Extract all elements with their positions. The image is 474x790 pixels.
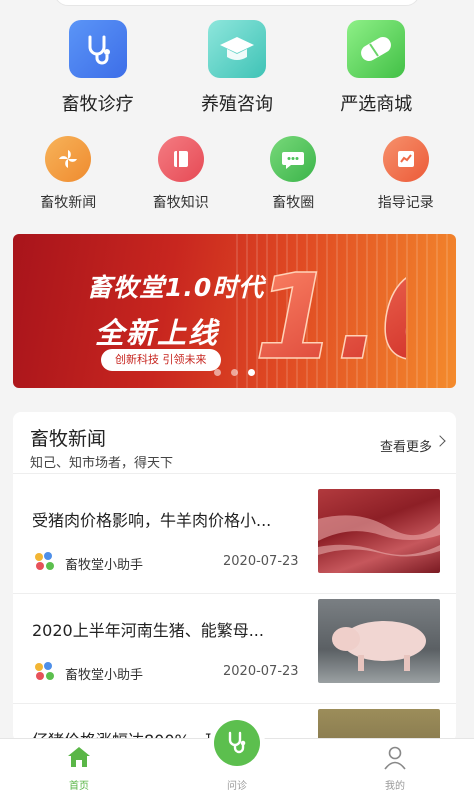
news-item-title: 2020上半年河南生猪、能繁母... [32, 621, 264, 640]
news-item-title: 受猪肉价格影响，牛羊肉价格小... [32, 511, 272, 530]
home-icon [68, 747, 90, 767]
consult-center-button[interactable] [214, 720, 260, 766]
banner-title: 畜牧堂1.0时代 [87, 273, 265, 302]
category-nav: 畜牧新闻 畜牧知识 畜牧圈 指导记录 [0, 136, 474, 216]
banner-big-number: 1.0 [253, 247, 406, 376]
news-item-date: 2020-07-23 [223, 664, 299, 679]
news-item[interactable]: 受猪肉价格影响，牛羊肉价格小... 畜牧堂小助手 2020-07-23 [13, 484, 456, 594]
carousel-dot[interactable] [214, 369, 221, 376]
user-icon [384, 746, 406, 770]
book-icon [157, 136, 204, 182]
service-label: 养殖咨询 [200, 94, 273, 115]
banner-subtitle: 全新上线 [95, 316, 220, 350]
news-item-author: 畜牧堂小助手 [65, 558, 144, 573]
service-mall[interactable]: 严选商城 [316, 20, 436, 120]
tab-consult-label: 问诊 [227, 781, 247, 790]
search-bar[interactable] [54, 0, 420, 6]
promo-banner[interactable]: 畜牧堂1.0时代 全新上线 创新科技 引领未来 1.0 [13, 234, 456, 388]
carousel-dot-active[interactable] [248, 369, 255, 376]
carousel-dot[interactable] [231, 369, 238, 376]
pill-icon [347, 20, 406, 78]
service-label: 严选商城 [340, 94, 413, 115]
news-item-author: 畜牧堂小助手 [65, 668, 144, 683]
chat-bubble-icon [270, 136, 317, 182]
stethoscope-icon [68, 20, 127, 78]
banner-big-text: 1.0 [254, 248, 406, 376]
stethoscope-icon [228, 731, 246, 754]
service-label: 畜牧诊疗 [61, 94, 134, 115]
category-circle[interactable]: 畜牧圈 [245, 136, 341, 216]
news-item[interactable]: 2020上半年河南生猪、能繁母... 畜牧堂小助手 2020-07-23 [13, 594, 456, 704]
see-more-link[interactable]: 查看更多 [380, 436, 432, 455]
beef-photo [318, 489, 440, 573]
news-section: 畜牧新闻 知己、知市场者，得天下 查看更多 受猪肉价格影响，牛羊肉价格小... … [13, 412, 456, 742]
news-header: 畜牧新闻 知己、知市场者，得天下 查看更多 [13, 412, 456, 474]
category-records[interactable]: 指导记录 [358, 136, 454, 216]
pig-photo [318, 599, 440, 683]
news-item-date: 2020-07-23 [223, 554, 299, 569]
category-label: 畜牧新闻 [40, 195, 97, 211]
assistant-avatar-icon [35, 662, 54, 680]
pinwheel-icon [45, 136, 92, 182]
tab-mine[interactable]: 我的 [316, 739, 474, 790]
tab-home[interactable]: 首页 [0, 739, 158, 790]
category-news[interactable]: 畜牧新闻 [20, 136, 116, 216]
category-label: 畜牧知识 [152, 195, 209, 211]
tab-home-label: 首页 [69, 781, 89, 790]
service-consult[interactable]: 养殖咨询 [177, 20, 297, 120]
category-label: 畜牧圈 [272, 195, 315, 211]
assistant-avatar-icon [35, 552, 54, 570]
chart-icon [382, 136, 429, 182]
banner-tagline: 创新科技 引领未来 [101, 349, 221, 371]
chevron-right-icon[interactable] [434, 435, 446, 447]
service-diagnosis[interactable]: 畜牧诊疗 [38, 20, 158, 120]
news-title: 畜牧新闻 [30, 428, 107, 450]
quick-services: 畜牧诊疗 养殖咨询 严选商城 [0, 20, 474, 120]
graduation-cap-icon [207, 20, 266, 78]
category-label: 指导记录 [377, 195, 434, 211]
tab-mine-label: 我的 [385, 781, 405, 790]
category-knowledge[interactable]: 畜牧知识 [133, 136, 229, 216]
news-slogan: 知己、知市场者，得天下 [30, 456, 174, 471]
carousel-dots [13, 369, 456, 376]
